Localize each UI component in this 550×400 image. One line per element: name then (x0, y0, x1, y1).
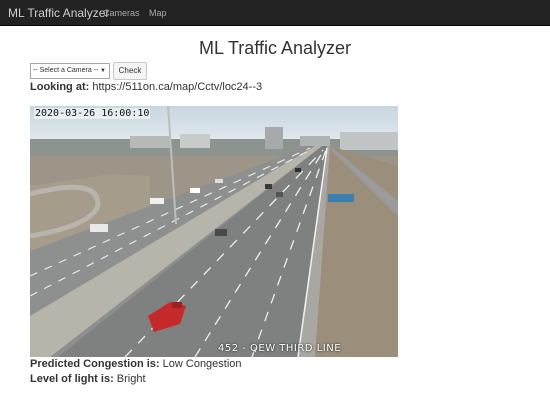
looking-at-label: Looking at: (30, 81, 90, 93)
congestion-value: Low Congestion (162, 358, 242, 370)
chevron-down-icon: ▼ (100, 68, 106, 74)
congestion-label: Predicted Congestion is: (30, 358, 160, 370)
camera-overlay-label: 452 - QEW THIRD LINE (218, 343, 342, 354)
light-level-value: Bright (116, 373, 146, 385)
check-button[interactable]: Check (113, 62, 147, 80)
camera-select[interactable]: -- Select a Camera -- ▼ (30, 63, 110, 79)
camera-select-value: -- Select a Camera -- (33, 67, 99, 74)
congestion-line: Predicted Congestion is: Low Congestion (30, 358, 242, 370)
looking-at-url: https://511on.ca/map/Cctv/loc24--3 (92, 81, 263, 93)
page-title: ML Traffic Analyzer (198, 38, 352, 58)
camera-timestamp: 2020-03-26 16:00:10 (34, 108, 151, 119)
navbar-brand[interactable]: ML Traffic Analyzer (8, 6, 109, 20)
nav-link-cameras[interactable]: Cameras (103, 8, 140, 18)
camera-image: 2020-03-26 16:00:10 452 - QEW THIRD LINE (30, 106, 398, 357)
navbar: ML Traffic Analyzer Cameras Map (0, 0, 550, 26)
light-level-line: Level of light is: Bright (30, 373, 146, 385)
nav-link-map[interactable]: Map (149, 8, 167, 18)
camera-scene (30, 106, 398, 357)
light-level-label: Level of light is: (30, 373, 114, 385)
looking-at-line: Looking at: https://511on.ca/map/Cctv/lo… (30, 81, 262, 93)
